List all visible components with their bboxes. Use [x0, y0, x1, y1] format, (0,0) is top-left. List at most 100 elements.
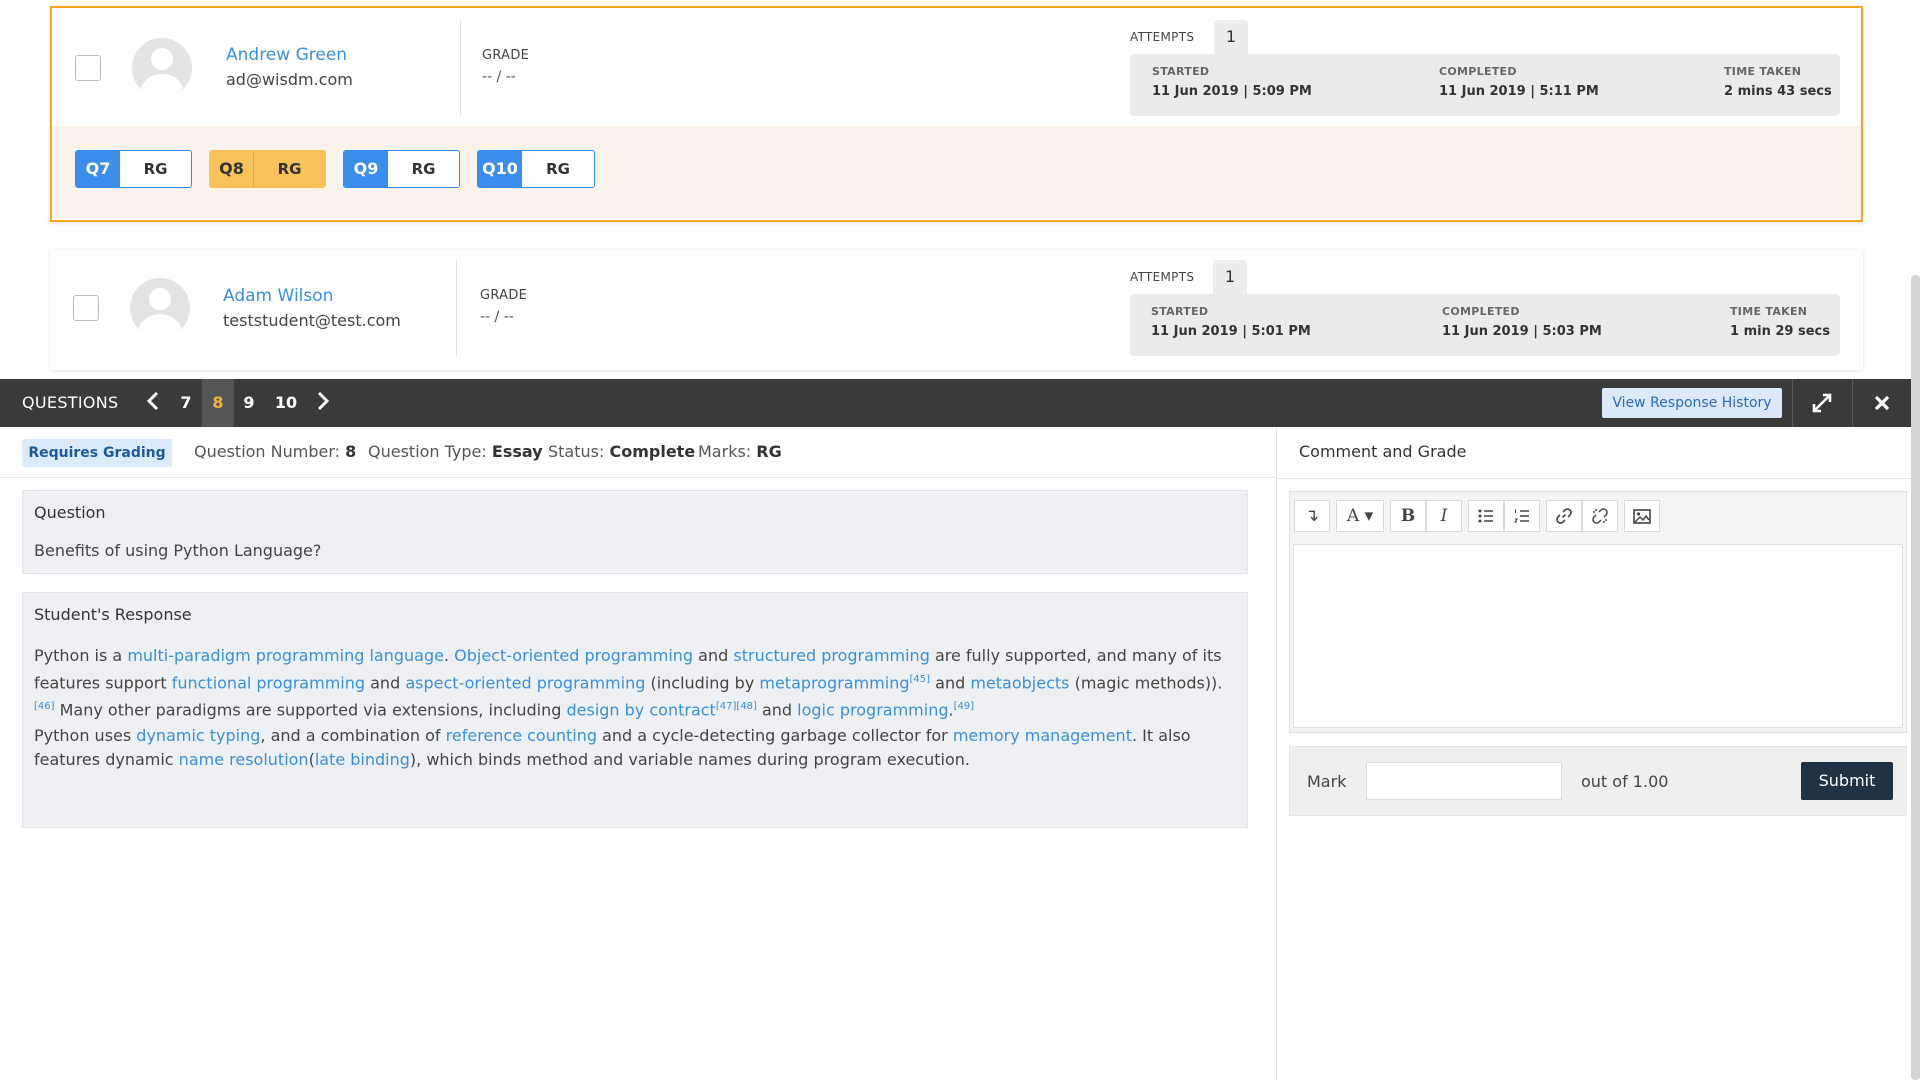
question-number: Q8: [210, 151, 254, 187]
font-color-icon[interactable]: A ▾: [1336, 500, 1384, 532]
select-student-checkbox[interactable]: [73, 295, 99, 321]
grade-value: -- / --: [482, 69, 516, 85]
student-list: Andrew Green ad@wisdm.com GRADE -- / -- …: [0, 0, 1920, 379]
questions-title: QUESTIONS: [22, 393, 119, 412]
question-text: Benefits of using Python Language?: [34, 541, 322, 560]
comment-grade-title: Comment and Grade: [1299, 442, 1467, 461]
numbered-list-icon[interactable]: [1504, 500, 1540, 532]
status-value: Complete: [609, 442, 696, 461]
question-number: Q10: [478, 151, 522, 187]
citation-link[interactable]: [46]: [34, 701, 55, 712]
student-card: Andrew Green ad@wisdm.com GRADE -- / -- …: [50, 6, 1863, 222]
question-pill-q7[interactable]: Q7 RG: [75, 150, 192, 188]
student-email: ad@wisdm.com: [226, 70, 353, 89]
link[interactable]: metaprogramming: [759, 673, 909, 692]
submit-button[interactable]: Submit: [1801, 762, 1893, 800]
question-nav-9[interactable]: 9: [236, 379, 262, 427]
citation-link[interactable]: [45]: [910, 674, 931, 685]
link[interactable]: name resolution: [179, 750, 309, 769]
time-taken-value: 2 mins 43 secs: [1724, 84, 1832, 99]
started-label: STARTED: [1152, 65, 1210, 78]
image-icon[interactable]: [1624, 500, 1660, 532]
chevron-left-icon[interactable]: [146, 391, 160, 416]
response-title: Student's Response: [34, 605, 192, 624]
marks-label: Marks:: [698, 442, 752, 461]
link[interactable]: logic programming: [797, 701, 948, 720]
citation-link[interactable]: [47][48]: [716, 701, 757, 712]
started-label: STARTED: [1151, 305, 1209, 318]
attempts-label: ATTEMPTS: [1130, 30, 1195, 44]
format-icon[interactable]: ↴: [1294, 500, 1330, 532]
scrollbar[interactable]: [1911, 275, 1920, 1080]
mark-label: Mark: [1307, 772, 1347, 791]
question-title: Question: [34, 503, 106, 522]
chevron-right-icon[interactable]: [316, 391, 330, 416]
out-of-text: out of 1.00: [1581, 772, 1669, 791]
completed-value: 11 Jun 2019 | 5:03 PM: [1442, 324, 1602, 339]
question-type-info: Question Type: Essay: [368, 442, 543, 461]
link[interactable]: design by contract: [566, 701, 715, 720]
mark-input[interactable]: [1366, 762, 1562, 800]
link-icon[interactable]: [1546, 500, 1582, 532]
link[interactable]: dynamic typing: [136, 726, 260, 745]
student-name-link[interactable]: Adam Wilson: [223, 286, 333, 306]
grade-value: -- / --: [480, 309, 514, 325]
attempt-stats: STARTED 11 Jun 2019 | 5:01 PM COMPLETED …: [1130, 294, 1840, 356]
link[interactable]: memory management: [953, 726, 1132, 745]
avatar: [132, 38, 192, 98]
grade-label: GRADE: [480, 288, 528, 303]
question-number: Q7: [76, 151, 120, 187]
attempts-count-tab[interactable]: 1: [1214, 20, 1248, 54]
student-response-box: Student's Response Python is a multi-par…: [22, 592, 1248, 828]
question-status: RG: [411, 160, 436, 178]
link[interactable]: reference counting: [446, 726, 597, 745]
link[interactable]: Object-oriented programming: [454, 646, 693, 665]
student-name-link[interactable]: Andrew Green: [226, 45, 347, 65]
link[interactable]: metaobjects: [970, 673, 1069, 692]
select-student-checkbox[interactable]: [75, 55, 101, 81]
attempt-stats: STARTED 11 Jun 2019 | 5:09 PM COMPLETED …: [1130, 54, 1840, 116]
question-pill-q9[interactable]: Q9 RG: [343, 150, 460, 188]
link[interactable]: multi-paradigm programming language: [127, 646, 444, 665]
question-status: RG: [143, 160, 168, 178]
question-number-value: 8: [345, 442, 357, 461]
link[interactable]: functional programming: [172, 673, 365, 692]
attempts-label: ATTEMPTS: [1130, 270, 1195, 284]
student-card: Adam Wilson teststudent@test.com GRADE -…: [50, 250, 1863, 370]
student-summary: Adam Wilson teststudent@test.com GRADE -…: [50, 250, 1863, 368]
question-number-label: Question Number:: [194, 442, 341, 461]
bullet-list-icon[interactable]: [1468, 500, 1504, 532]
completed-label: COMPLETED: [1439, 65, 1517, 78]
expand-icon[interactable]: [1793, 379, 1851, 427]
link[interactable]: structured programming: [733, 646, 929, 665]
comment-editor: ↴ A ▾ B I: [1289, 491, 1907, 733]
attempts-count-tab[interactable]: 1: [1213, 260, 1247, 294]
question-box: Question Benefits of using Python Langua…: [22, 490, 1248, 574]
link[interactable]: late binding: [315, 750, 410, 769]
student-email: teststudent@test.com: [223, 311, 401, 330]
question-nav-8[interactable]: 8: [202, 379, 234, 427]
question-type-value: Essay: [491, 442, 543, 461]
link[interactable]: aspect-oriented programming: [405, 673, 645, 692]
comment-textarea[interactable]: [1293, 544, 1903, 728]
question-status: RG: [254, 151, 325, 187]
italic-icon[interactable]: I: [1426, 500, 1462, 532]
divider: [460, 20, 461, 116]
question-nav-10[interactable]: 10: [268, 379, 304, 427]
unlink-icon[interactable]: [1582, 500, 1618, 532]
marks-value: RG: [756, 442, 782, 461]
marks-info: Marks: RG: [698, 442, 782, 461]
question-pill-q10[interactable]: Q10 RG: [477, 150, 595, 188]
comment-grade-panel: Comment and Grade ↴ A ▾ B I Mark out of …: [1276, 427, 1920, 1080]
question-nav-7[interactable]: 7: [173, 379, 199, 427]
close-icon[interactable]: [1853, 379, 1911, 427]
time-taken-label: TIME TAKEN: [1724, 65, 1802, 78]
student-summary: Andrew Green ad@wisdm.com GRADE -- / -- …: [52, 8, 1861, 126]
grade-label: GRADE: [482, 48, 530, 63]
question-pill-q8[interactable]: Q8 RG: [209, 150, 326, 188]
avatar: [130, 278, 190, 338]
view-response-history-button[interactable]: View Response History: [1602, 388, 1782, 418]
citation-link[interactable]: [49]: [954, 701, 975, 712]
bold-icon[interactable]: B: [1390, 500, 1426, 532]
divider: [1277, 478, 1920, 479]
